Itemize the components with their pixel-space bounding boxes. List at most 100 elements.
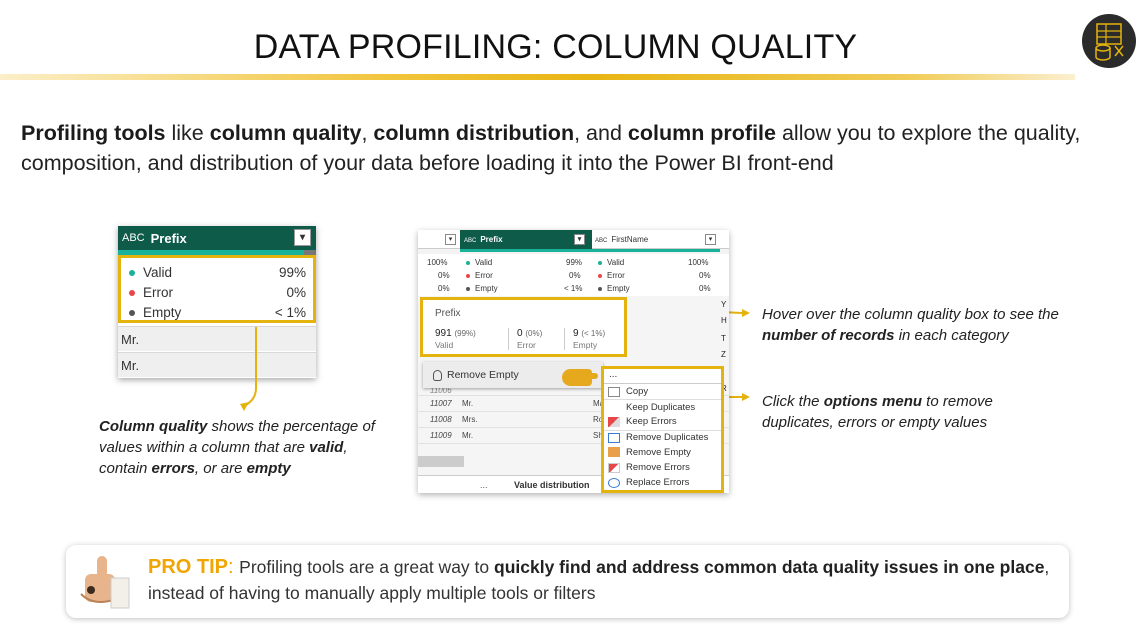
menu-item-label: Replace Errors	[626, 477, 690, 489]
count-value: 991	[435, 328, 452, 339]
stat-value: 0%	[438, 284, 450, 293]
stat-value: 0%	[569, 271, 581, 280]
caption-text: , or are	[194, 460, 247, 477]
valid-dot-icon	[466, 260, 470, 265]
pro-tip-box: PRO TIP: Profiling tools are a great way…	[66, 545, 1069, 618]
menu-item-label: Remove Empty	[626, 446, 691, 458]
caption-bold: valid	[309, 439, 344, 456]
cell-fragment: T	[721, 334, 726, 343]
text-type-icon: ABC	[464, 238, 477, 244]
stat-label: Empty	[475, 284, 498, 293]
count-value: 0	[517, 328, 523, 339]
options-menu-trigger[interactable]: ...	[604, 369, 721, 384]
row-id: 11009	[430, 431, 452, 440]
column-quality-row: 100% 0% 0% Valid Error Empty 99% 0% < 1%…	[418, 254, 729, 296]
count-value: 9	[573, 328, 579, 339]
caption-text: Click the	[762, 393, 824, 410]
menu-item-remove-empty[interactable]: Remove Empty	[604, 445, 721, 460]
text-type-icon: ABC	[595, 238, 608, 244]
error-dot-icon	[466, 273, 470, 278]
menu-item-label: Keep Errors	[626, 416, 677, 428]
remove-empty-icon	[608, 447, 620, 458]
stat-value: < 1%	[564, 284, 583, 293]
valid-dot-icon	[598, 260, 602, 265]
column-dropdown-button[interactable]: ▾	[574, 234, 585, 245]
stat-label: Empty	[607, 284, 630, 293]
cell-fragment: Y	[721, 300, 727, 309]
caption-bold: options menu	[823, 393, 923, 410]
category-label: Valid	[435, 340, 454, 350]
remove-duplicates-icon	[608, 432, 620, 443]
menu-item-label: Remove Duplicates	[626, 432, 709, 444]
empty-dot-icon	[466, 286, 470, 291]
keep-errors-icon	[608, 416, 620, 427]
stat-value: 99%	[566, 258, 583, 267]
quality-hover-popup: Prefix 991 (99%) Valid 0 (0%) Error 9 (<…	[420, 297, 627, 357]
hover-caption: Hover over the column quality box to see…	[762, 304, 1062, 346]
options-caption: Click the options menu to remove duplica…	[762, 391, 1042, 433]
pointing-hand-icon	[562, 369, 598, 386]
value-distribution-label[interactable]: Value distribution	[514, 476, 590, 493]
percent-value: (0%)	[525, 329, 543, 338]
stat-label: Valid	[607, 258, 625, 267]
pro-tip-text-1: Profiling tools are a great way to	[239, 557, 494, 577]
caption-text: Hover over the column quality box to see…	[762, 306, 1059, 323]
column-header-prefix[interactable]: ABC Prefix ▾	[460, 230, 592, 249]
caption-bold: number of records	[762, 327, 895, 344]
thumbs-up-icon	[71, 550, 135, 613]
menu-item-remove-errors[interactable]: Remove Errors	[604, 460, 721, 475]
row-id: 11007	[430, 399, 452, 408]
category-label: Error	[517, 340, 536, 350]
menu-item-keep-errors[interactable]: Keep Errors	[604, 414, 721, 429]
pro-tip-text: PRO TIP: Profiling tools are a great way…	[148, 554, 1058, 606]
percent-value: (99%)	[454, 329, 476, 338]
menu-item-copy[interactable]: Copy	[604, 384, 721, 399]
cell-fragment: H	[721, 316, 727, 325]
caption-bold: empty	[246, 460, 291, 477]
column-name: Prefix	[480, 235, 503, 244]
stat-value: 100%	[688, 258, 709, 267]
quality-bar	[460, 249, 720, 252]
caption-text: in each category	[894, 327, 1009, 344]
popup-values: 991 (99%) Valid 0 (0%) Error 9 (< 1%) Em…	[435, 328, 625, 350]
percent-value: (< 1%)	[581, 329, 606, 338]
row-id: 11008	[430, 415, 452, 424]
options-menu: ... Copy Keep Duplicates Keep Errors Rem…	[601, 366, 724, 493]
caption-bold: Column quality	[99, 418, 208, 435]
column-dropdown-button[interactable]: ▾	[705, 234, 716, 245]
popup-error: 0 (0%) Error	[509, 328, 565, 350]
menu-item-keep-duplicates[interactable]: Keep Duplicates	[604, 399, 721, 414]
stat-label: Valid	[475, 258, 493, 267]
caption-bold: errors	[151, 460, 195, 477]
stat-label: Error	[475, 271, 493, 280]
menu-item-label: Remove Errors	[626, 462, 690, 474]
empty-dot-icon	[598, 286, 602, 291]
cell-prefix: Mr.	[462, 431, 474, 440]
stat-value: 0%	[699, 271, 711, 280]
more-options-icon: ...	[609, 369, 618, 380]
stat-value: 0%	[699, 284, 711, 293]
more-options-icon[interactable]: ...	[480, 476, 488, 493]
popup-title: Prefix	[435, 308, 461, 319]
remove-empty-label: Remove Empty	[447, 369, 519, 381]
keep-duplicates-icon	[608, 402, 620, 412]
column-dropdown-button[interactable]: ▾	[445, 234, 456, 245]
popup-valid: 991 (99%) Valid	[435, 328, 509, 350]
column-name: FirstName	[611, 235, 649, 244]
column-headers: ▾ ABC Prefix ▾ ABC FirstName ▾	[418, 230, 729, 249]
pro-tip-label: PRO TIP	[148, 556, 229, 578]
menu-item-replace-errors[interactable]: Replace Errors	[604, 475, 721, 490]
scrollbar-thumb[interactable]	[418, 456, 464, 467]
remove-errors-icon	[608, 462, 620, 473]
cell-prefix: Mr.	[462, 399, 474, 408]
column-quality-caption: Column quality shows the percentage of v…	[99, 416, 389, 479]
replace-errors-icon	[608, 477, 620, 488]
stat-label: Error	[607, 271, 625, 280]
stat-value: 100%	[427, 258, 448, 267]
cell-fragment: Z	[721, 350, 726, 359]
menu-item-remove-duplicates[interactable]: Remove Duplicates	[604, 429, 721, 445]
pro-tip-bold: quickly find and address common data qua…	[494, 557, 1045, 577]
menu-item-label: Keep Duplicates	[626, 401, 696, 413]
column-header-firstname[interactable]: ABC FirstName ▾	[593, 230, 721, 249]
lightbulb-icon	[433, 369, 442, 381]
